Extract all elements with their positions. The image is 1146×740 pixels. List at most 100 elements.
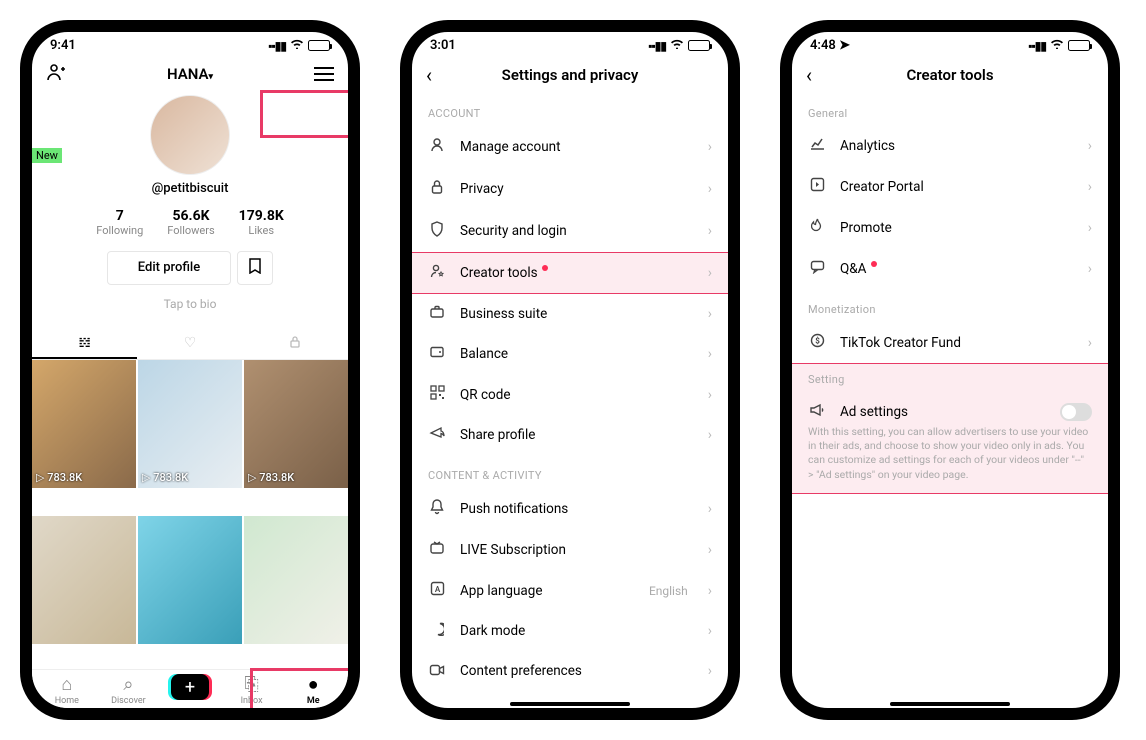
notification-dot-icon: [542, 265, 548, 271]
share-icon: [428, 426, 446, 444]
language-value: English: [649, 584, 688, 598]
video-thumbnail[interactable]: ▷ 783.8K: [32, 360, 136, 488]
row-privacy[interactable]: Privacy ›: [412, 168, 728, 210]
tab-private-icon[interactable]: [243, 329, 348, 359]
row-business-suite[interactable]: Business suite ›: [412, 294, 728, 334]
language-icon: A: [428, 581, 446, 600]
page-title: Creator tools: [826, 66, 1074, 84]
row-manage-account[interactable]: Manage account ›: [412, 126, 728, 168]
row-qr-code[interactable]: QR code ›: [412, 374, 728, 415]
row-analytics[interactable]: Analytics ›: [792, 126, 1108, 166]
stat-followers[interactable]: 56.6K Followers: [167, 208, 214, 237]
signal-icon: ▪▪▮▮: [1028, 39, 1046, 53]
row-promote[interactable]: Promote ›: [792, 207, 1108, 249]
edit-profile-button[interactable]: Edit profile: [107, 251, 231, 285]
row-creator-fund[interactable]: $ TikTok Creator Fund ›: [792, 322, 1108, 363]
section-account: ACCOUNT: [412, 93, 728, 126]
avatar[interactable]: [150, 95, 230, 175]
bell-icon: [428, 499, 446, 519]
chart-icon: [808, 137, 826, 155]
video-thumbnail[interactable]: [138, 516, 242, 644]
back-icon[interactable]: ‹: [426, 63, 446, 87]
tab-me[interactable]: ●Me: [282, 674, 344, 706]
chevron-right-icon: ›: [708, 387, 712, 403]
row-security[interactable]: Security and login ›: [412, 210, 728, 252]
inbox-icon: ⎘: [244, 674, 258, 695]
profile-header: HANA▾: [32, 55, 348, 91]
video-thumbnail[interactable]: [244, 516, 348, 644]
tap-to-bio[interactable]: Tap to bio: [164, 297, 217, 311]
video-thumbnail[interactable]: [32, 516, 136, 644]
new-badge: New: [32, 148, 62, 163]
chevron-right-icon: ›: [708, 583, 712, 599]
chevron-right-icon: ›: [1088, 179, 1092, 195]
hamburger-menu-icon[interactable]: [314, 67, 334, 81]
tab-discover[interactable]: ⌕Discover: [98, 674, 160, 706]
section-general: General: [792, 93, 1108, 126]
chat-icon: [808, 260, 826, 278]
chevron-right-icon: ›: [708, 501, 712, 517]
status-bar: 4:48 ➤ ▪▪▮▮: [792, 32, 1108, 55]
tab-home[interactable]: ⌂Home: [36, 674, 98, 706]
section-content: CONTENT & ACTIVITY: [412, 455, 728, 488]
chevron-right-icon: ›: [708, 265, 712, 281]
chevron-right-icon: ›: [1088, 261, 1092, 277]
video-thumbnail[interactable]: ▷ 783.8K: [138, 360, 242, 488]
add-person-icon[interactable]: [46, 63, 66, 85]
profile-handle: @petitbiscuit: [152, 181, 229, 196]
chevron-right-icon: ›: [708, 542, 712, 558]
tab-grid-icon[interactable]: 𝍌: [32, 329, 137, 359]
person-icon: [428, 137, 446, 157]
row-dark-mode[interactable]: Dark mode ›: [412, 611, 728, 651]
chevron-right-icon: ›: [1088, 220, 1092, 236]
home-indicator: [890, 702, 1010, 706]
page-title: Settings and privacy: [446, 66, 694, 84]
shield-icon: [428, 221, 446, 241]
row-push-notifications[interactable]: Push notifications ›: [412, 488, 728, 530]
row-content-preferences[interactable]: Content preferences ›: [412, 651, 728, 691]
username-dropdown[interactable]: HANA▾: [66, 65, 314, 83]
qr-icon: [428, 385, 446, 404]
settings-list: ACCOUNT Manage account › Privacy › Secur…: [412, 93, 728, 698]
status-time: 9:41: [50, 38, 76, 53]
live-icon: [428, 541, 446, 559]
video-grid: ▷ 783.8K ▷ 783.8K ▷ 783.8K: [32, 360, 348, 669]
chevron-right-icon: ›: [708, 306, 712, 322]
back-icon[interactable]: ‹: [806, 63, 826, 87]
wifi-icon: [290, 38, 304, 53]
row-creator-tools[interactable]: Creator tools ›: [412, 252, 728, 294]
row-creator-portal[interactable]: Creator Portal ›: [792, 166, 1108, 207]
battery-icon: [688, 40, 710, 51]
chevron-right-icon: ›: [708, 223, 712, 239]
tab-liked-icon[interactable]: ♡: [137, 329, 242, 359]
row-app-language[interactable]: A App language English ›: [412, 570, 728, 611]
stat-following[interactable]: 7 Following: [96, 208, 143, 237]
row-balance[interactable]: Balance ›: [412, 334, 728, 374]
profile-content-tabs: 𝍌 ♡: [32, 329, 348, 360]
stat-likes[interactable]: 179.8K Likes: [239, 208, 284, 237]
phone-settings: 3:01 ▪▪▮▮ ‹ Settings and privacy ACCOUNT…: [400, 20, 740, 720]
ad-settings-toggle[interactable]: [1060, 403, 1092, 421]
megaphone-icon: [808, 403, 826, 421]
flame-icon: [808, 218, 826, 238]
wallet-icon: [428, 345, 446, 363]
row-share-profile[interactable]: Share profile ›: [412, 415, 728, 455]
chevron-right-icon: ›: [708, 427, 712, 443]
section-setting: Setting: [792, 363, 1108, 392]
briefcase-icon: [428, 305, 446, 323]
tab-inbox[interactable]: ⎘Inbox: [221, 674, 283, 706]
signal-icon: ▪▪▮▮: [648, 39, 666, 53]
tab-create[interactable]: +: [159, 674, 221, 706]
plus-icon: +: [171, 674, 209, 700]
moon-icon: [428, 622, 446, 640]
svg-text:$: $: [815, 337, 820, 346]
wifi-icon: [1050, 38, 1064, 53]
bottom-tab-bar: ⌂Home ⌕Discover + ⎘Inbox ●Me: [32, 669, 348, 708]
row-ad-settings[interactable]: Ad settings: [792, 392, 1108, 425]
video-thumbnail[interactable]: ▷ 783.8K: [244, 360, 348, 488]
row-qa[interactable]: Q&A ›: [792, 249, 1108, 289]
row-live-subscription[interactable]: LIVE Subscription ›: [412, 530, 728, 570]
chevron-right-icon: ›: [708, 623, 712, 639]
bookmark-button[interactable]: [237, 251, 273, 285]
video-icon: [428, 662, 446, 680]
